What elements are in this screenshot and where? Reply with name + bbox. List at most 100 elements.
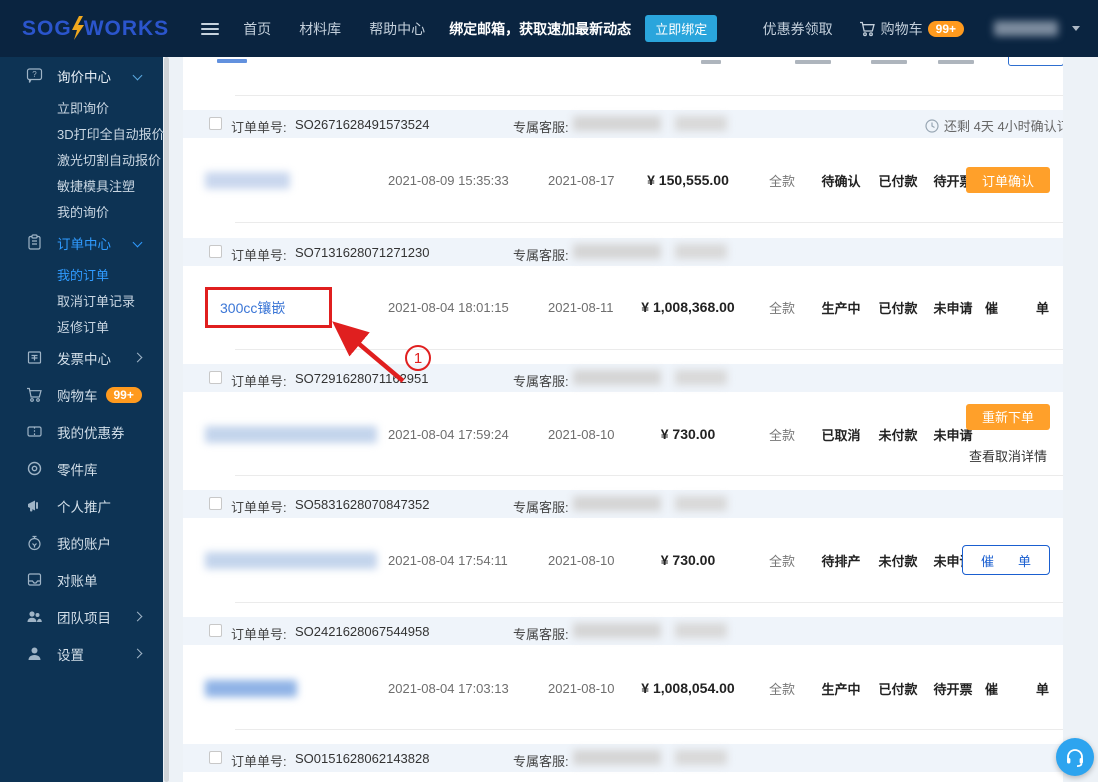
sidebar-item-my-account[interactable]: 我的账户 [0, 524, 163, 561]
order-group-header: 订单单号: SO2671628491573524 专属客服: 还剩 4天 4小时… [183, 110, 1063, 138]
product-name-blurred[interactable] [205, 425, 377, 443]
confirm-order-button[interactable]: 订单确认 [966, 167, 1050, 193]
cs-name-blurred [573, 496, 661, 511]
order-created-time: 2021-08-09 15:35:33 [388, 172, 509, 188]
product-name-blurred[interactable] [205, 551, 377, 569]
payment-type: 全款 [768, 681, 795, 697]
sidebar-item-team-projects[interactable]: 团队项目 [0, 598, 163, 635]
chevron-right-icon [132, 352, 143, 363]
payment-type: 全款 [768, 427, 795, 443]
order-group-header: 订单单号: SO2421628067544958 专属客服: [183, 617, 1063, 645]
divider [235, 602, 1063, 603]
part-donut-icon [27, 461, 42, 476]
cs-phone-blurred [675, 116, 727, 131]
logo[interactable]: SOG WORKS [22, 15, 169, 41]
order-amount: ¥ 150,555.00 [647, 172, 729, 188]
sidebar-item-inquiry-center[interactable]: ? 询价中心 [0, 57, 163, 94]
order-checkbox[interactable] [209, 624, 222, 637]
view-cancel-detail-link[interactable]: 查看取消详情 [969, 446, 1047, 465]
divider [235, 729, 1063, 730]
product-link-300cc[interactable]: 300cc镶嵌 [220, 298, 285, 318]
order-created-time: 2021-08-04 17:54:11 [388, 552, 508, 568]
order-checkbox[interactable] [209, 371, 222, 384]
chevron-down-icon [132, 237, 143, 248]
team-icon [27, 611, 42, 622]
divider [235, 222, 1063, 223]
cs-name-blurred [573, 370, 661, 385]
order-number: SO2671628491573524 [295, 117, 430, 132]
delivery-date: 2021-08-10 [548, 426, 615, 442]
chevron-down-icon [132, 70, 143, 81]
cart-button[interactable]: 购物车 99+ [859, 19, 964, 39]
order-checkbox[interactable] [209, 751, 222, 764]
sidebar-item-rapid-mold[interactable]: 敏捷模具注塑 [0, 172, 163, 198]
sidebar-item-inquire-now[interactable]: 立即询价 [0, 94, 163, 120]
delivery-date: 2021-08-10 [548, 552, 615, 568]
urge-order-button[interactable]: 催单 [985, 679, 1049, 698]
cart-count-badge: 99+ [927, 20, 964, 37]
bind-now-button[interactable]: 立即绑定 [645, 15, 718, 42]
urge-order-button[interactable]: 催单 [985, 298, 1049, 317]
megaphone-icon [28, 500, 38, 512]
nav-item-help[interactable]: 帮助中心 [369, 19, 425, 39]
product-name-blurred[interactable] [205, 679, 297, 697]
divider [235, 95, 1063, 96]
cs-phone-blurred [675, 750, 727, 765]
sidebar-item-parts-library[interactable]: 零件库 [0, 450, 163, 487]
headset-icon [1067, 749, 1083, 767]
sidebar-item-personal-promotion[interactable]: 个人推广 [0, 487, 163, 524]
logo-text-pre: SOG [22, 16, 72, 40]
order-checkbox[interactable] [209, 117, 222, 130]
order-checkbox[interactable] [209, 245, 222, 258]
sidebar-item-laser-cut-quote[interactable]: 激光切割自动报价 [0, 146, 163, 172]
cs-label: 专属客服: [513, 374, 569, 389]
cart-icon [27, 387, 42, 402]
coupon-claim-link[interactable]: 优惠券领取 [763, 19, 833, 39]
cs-name-blurred [573, 750, 661, 765]
order-amount: ¥ 1,008,054.00 [641, 680, 735, 696]
chevron-right-icon [132, 648, 143, 659]
sidebar-item-my-orders[interactable]: 我的订单 [0, 261, 163, 287]
customer-service-fab[interactable] [1056, 738, 1094, 776]
nav-item-home[interactable]: 首页 [243, 19, 271, 39]
order-no-label: 订单单号: [231, 120, 287, 135]
sidebar-item-repair-orders[interactable]: 返修订单 [0, 313, 163, 339]
sidebar-item-3d-print-quote[interactable]: 3D打印全自动报价 [0, 120, 165, 146]
order-checkbox[interactable] [209, 497, 222, 510]
cs-label: 专属客服: [513, 120, 569, 135]
sidebar-scrollbar[interactable] [164, 57, 169, 782]
order-status: 待排产 [821, 553, 861, 569]
order-group-header: 订单单号: SO7291628071162951 专属客服: [183, 364, 1063, 392]
sidebar-item-order-center[interactable]: 订单中心 [0, 224, 163, 261]
nav-item-materials[interactable]: 材料库 [299, 19, 341, 39]
sidebar-item-my-coupons[interactable]: 我的优惠券 [0, 413, 163, 450]
payment-status: 已付款 [878, 173, 918, 189]
sidebar-item-cancelled-orders[interactable]: 取消订单记录 [0, 287, 163, 313]
sidebar-item-my-inquiries[interactable]: 我的询价 [0, 198, 163, 224]
delivery-date: 2021-08-10 [548, 680, 615, 696]
reorder-button[interactable]: 重新下单 [966, 403, 1050, 430]
hamburger-menu-icon[interactable] [201, 22, 220, 35]
payment-status: 未付款 [878, 427, 918, 443]
cs-name-blurred [573, 623, 661, 638]
sidebar-item-statement[interactable]: 对账单 [0, 561, 163, 598]
navbar-right: 优惠券领取 购物车 99+ [763, 19, 1080, 39]
invoice-status: 待开票 [933, 681, 973, 697]
sidebar-item-invoice-center[interactable]: 发票中心 [0, 339, 163, 376]
product-name-blurred[interactable] [205, 171, 290, 189]
order-no-label: 订单单号: [231, 754, 287, 769]
order-created-time: 2021-08-04 17:03:13 [388, 680, 509, 696]
order-row: 2021-08-04 17:54:11 2021-08-10 ¥ 730.00 … [183, 520, 1063, 600]
user-name-blurred[interactable] [994, 21, 1058, 36]
urge-order-button[interactable]: 催单 [962, 545, 1050, 575]
sidebar-item-cart[interactable]: 购物车 99+ [0, 376, 163, 413]
sidebar: ? 询价中心 立即询价 3D打印全自动报价 激光切割自动报价 敏捷模具注塑 我的… [0, 57, 165, 782]
top-navbar: SOG WORKS 首页 材料库 帮助中心 绑定邮箱，获取速加最新动态 立即绑定… [0, 0, 1098, 57]
cs-label: 专属客服: [513, 500, 569, 515]
order-number: SO2421628067544958 [295, 624, 430, 639]
order-no-label: 订单单号: [231, 627, 287, 642]
statement-doc-icon [27, 573, 42, 586]
user-dropdown-caret-icon[interactable] [1072, 26, 1080, 31]
sidebar-item-settings[interactable]: 设置 [0, 635, 163, 672]
clock-icon [925, 118, 939, 133]
